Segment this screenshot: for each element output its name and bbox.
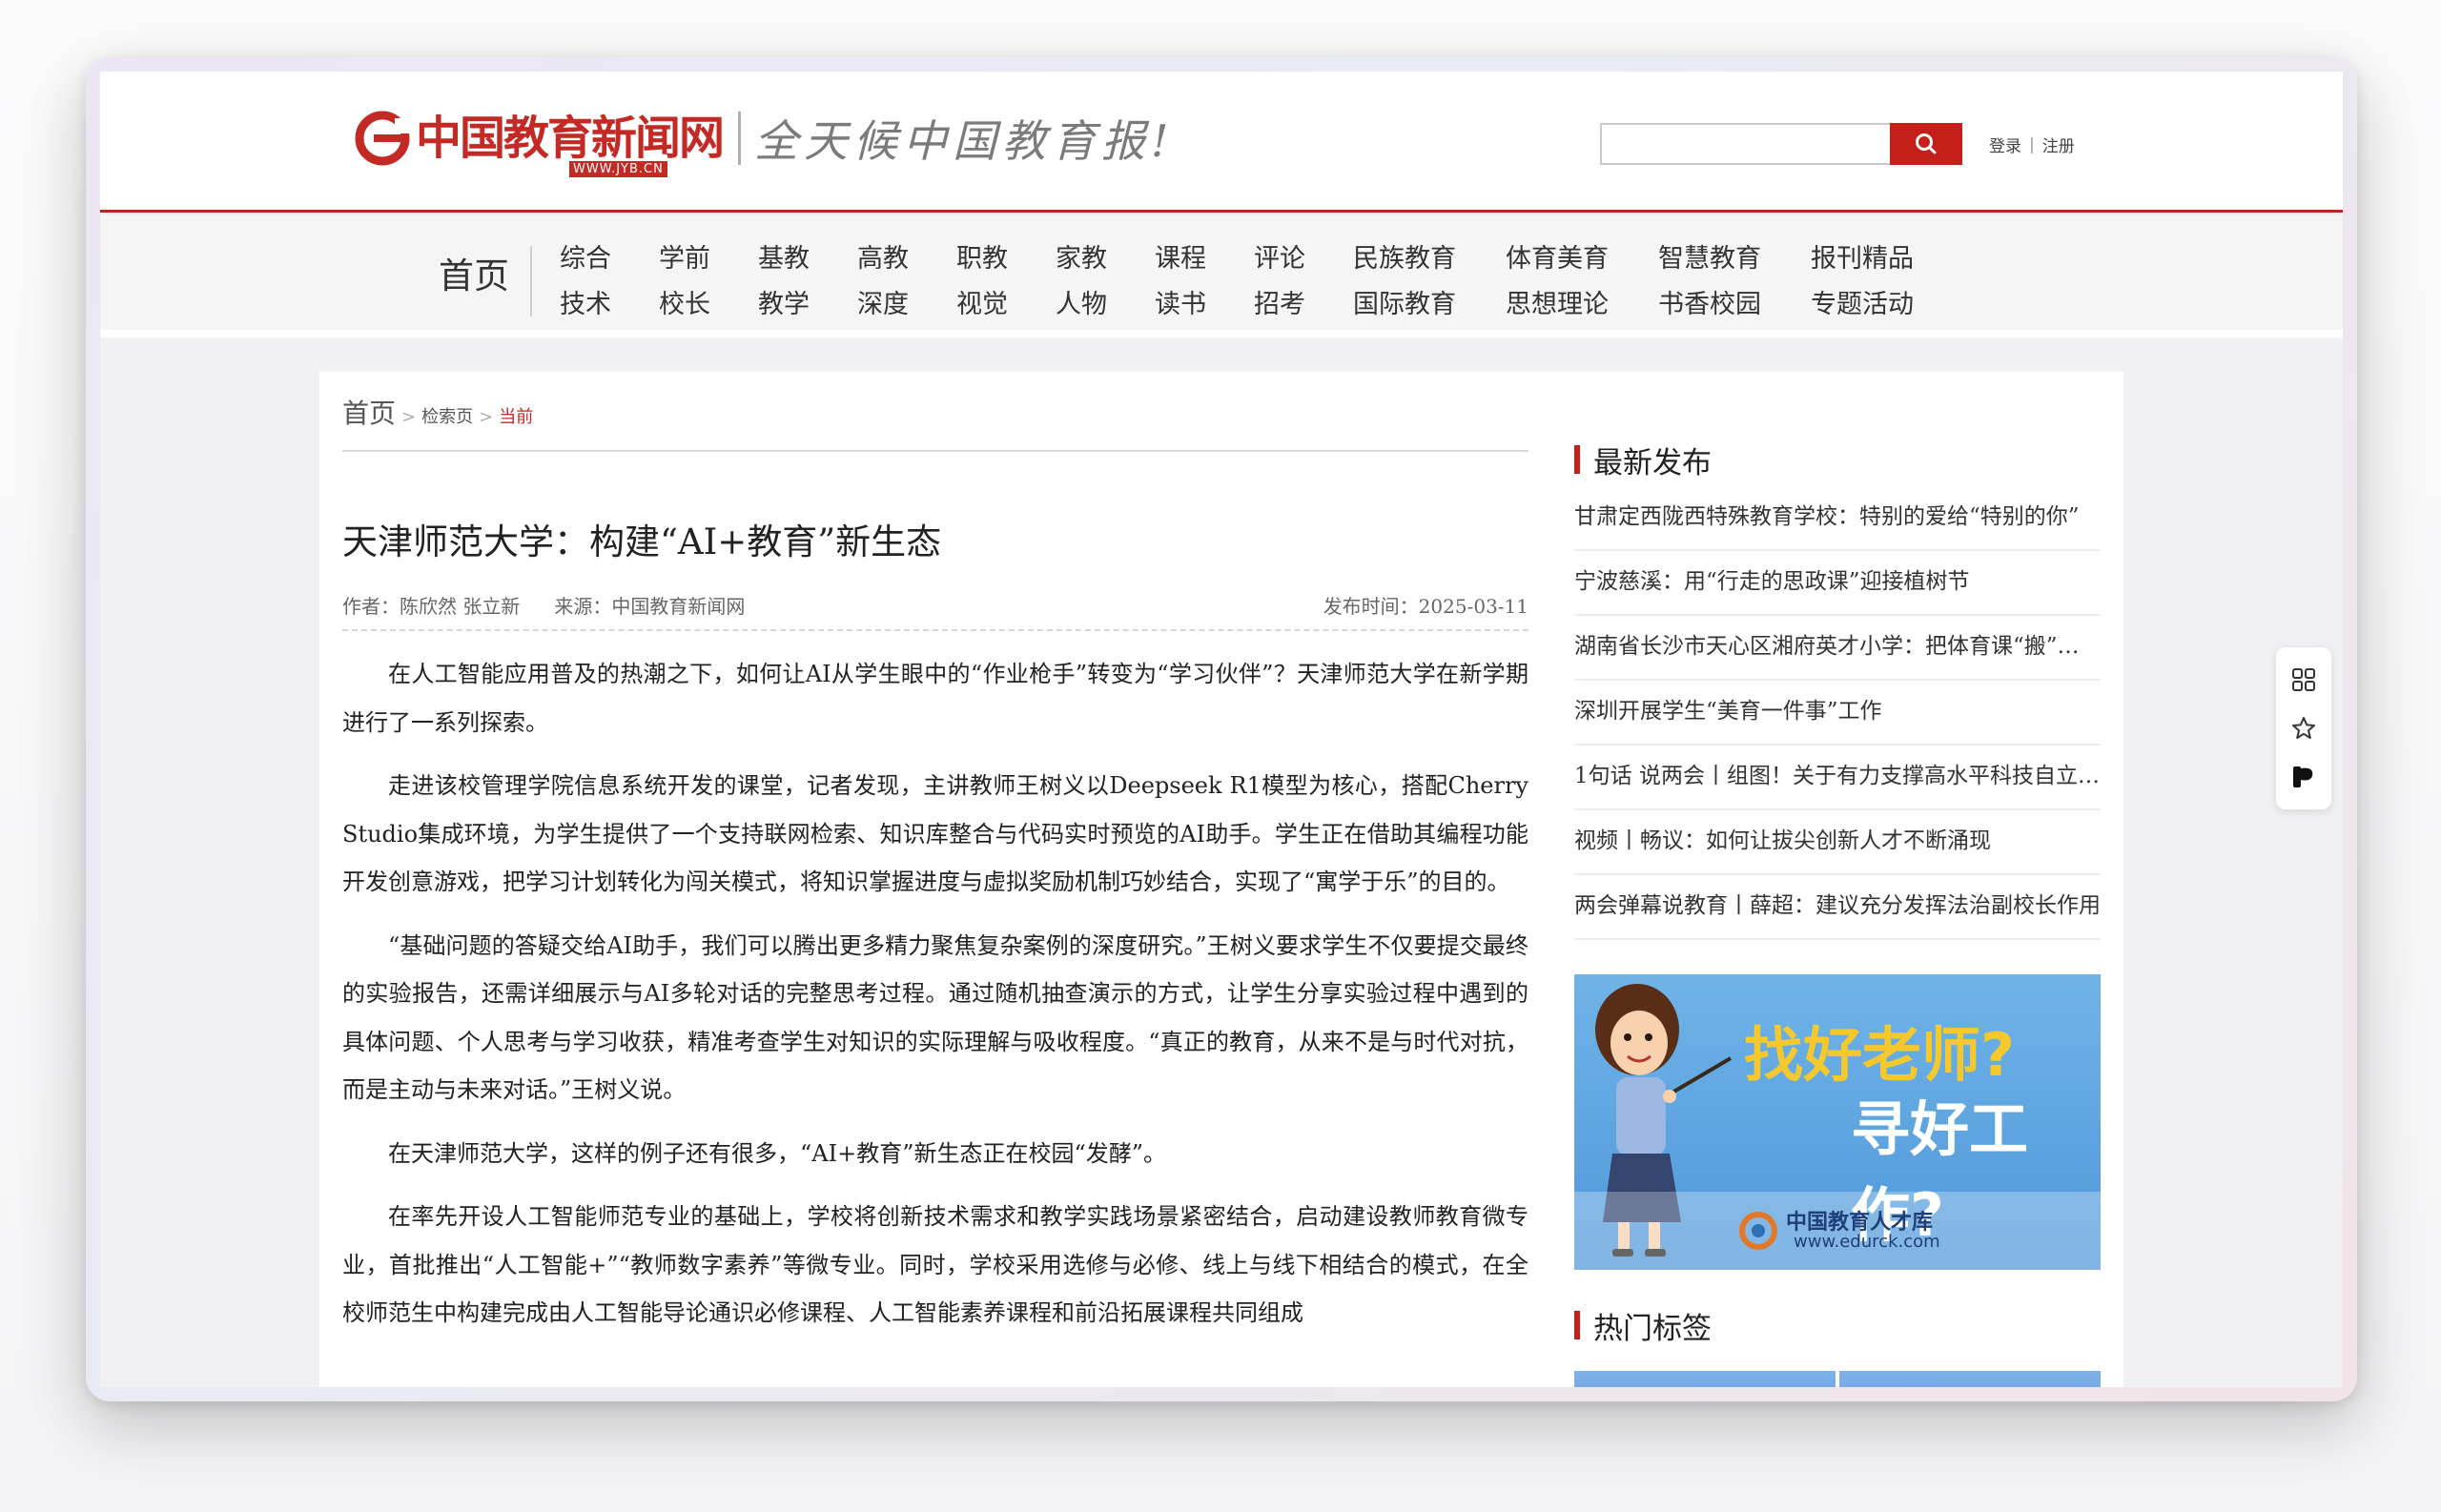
breadcrumb: 首页 > 检索页 > 当前 (342, 393, 533, 431)
article-date: 发布时间：2025-03-11 (1323, 595, 1528, 618)
breadcrumb-search[interactable]: 检索页 (421, 403, 473, 428)
news-item[interactable]: 湖南省长沙市天心区湘府英才小学：把体育课“搬”到户外 (1574, 616, 2101, 681)
breadcrumb-current: 当前 (499, 407, 534, 427)
article-author: 作者：陈欣然 张立新 (342, 595, 521, 618)
hot-tags-title: 热门标签 (1593, 1311, 1712, 1346)
nav-item[interactable]: 书香校园 (1658, 283, 1811, 320)
article-paragraph: “基础问题的答疑交给AI助手，我们可以腾出更多精力聚焦复杂案例的深度研究。”王树… (342, 931, 1528, 1104)
nav-item[interactable]: 读书 (1155, 283, 1254, 320)
article-paragraph: 在率先开设人工智能师范专业的基础上，学校将创新技术需求和教学实践场景紧密结合，启… (342, 1203, 1528, 1326)
floating-toolbar (2276, 647, 2331, 809)
nav-item[interactable]: 评论 (1254, 237, 1353, 275)
hot-tag-images (1574, 1371, 2101, 1387)
latest-title: 最新发布 (1593, 445, 1712, 480)
breadcrumb-home[interactable]: 首页 (342, 393, 396, 431)
search-input[interactable] (1600, 123, 1890, 165)
news-item[interactable]: 1句话 说两会丨组图！关于有力支撑高水平科技自立自强 (1574, 746, 2101, 810)
article-paragraph: 走进该校管理学院信息系统开发的课堂，记者发现，主讲教师王树义以Deepseek … (342, 772, 1528, 895)
star-icon (2292, 716, 2315, 739)
nav-item[interactable]: 校长 (659, 283, 758, 320)
nav-row-1: 综合 学前 基教 高教 职教 家教 课程 评论 民族教育 体育美育 智慧教育 报刊精品 (560, 233, 1963, 278)
nav-item[interactable]: 专题活动 (1811, 283, 1963, 320)
breadcrumb-divider (342, 450, 1528, 452)
breadcrumb-separator: > (479, 407, 494, 427)
article-body: 在人工智能应用普及的热潮之下，如何让AI从学生眼中的“作业枪手”转变为“学习伙伴… (342, 650, 1528, 1353)
talent-pool-logo-icon (1739, 1212, 1777, 1250)
site-logo[interactable]: 中国教育新闻网 WWW.JYB.CN 全天候中国教育报! (355, 100, 1175, 177)
nav-item[interactable]: 职教 (956, 237, 1056, 275)
logo-name: 中国教育新闻网 (416, 112, 725, 165)
logo-separator (738, 112, 742, 165)
auth-divider: | (2029, 134, 2035, 154)
nav-item[interactable]: 民族教育 (1353, 237, 1506, 275)
login-link[interactable]: 登录 (1989, 133, 2021, 156)
latest-header: 最新发布 (1574, 440, 2101, 480)
logo-url: WWW.JYB.CN (569, 161, 667, 177)
nav-item[interactable]: 学前 (659, 237, 758, 275)
recruit-banner[interactable]: 找好老师? 寻好工作? 中国教育人才库 www.edurck.com (1574, 974, 2101, 1270)
search-icon (1916, 133, 1937, 154)
register-link[interactable]: 注册 (2042, 133, 2075, 156)
content-container: 首页 > 检索页 > 当前 天津师范大学：构建“AI+教育”新生态 作者：陈欣然… (319, 372, 2123, 1387)
article-meta: 作者：陈欣然 张立新 来源：中国教育新闻网 发布时间：2025-03-11 (342, 591, 1528, 619)
banner-url: www.edurck.com (1794, 1232, 1940, 1252)
brand-button[interactable] (2288, 762, 2319, 792)
nav-item[interactable]: 教学 (758, 283, 857, 320)
article-paragraph: 在人工智能应用普及的热潮之下，如何让AI从学生眼中的“作业枪手”转变为“学习伙伴… (342, 661, 1528, 736)
qr-code-button[interactable] (2288, 664, 2319, 695)
nav-item[interactable]: 思想理论 (1506, 283, 1658, 320)
news-item[interactable]: 甘肃定西陇西特殊教育学校：特别的爱给“特别的你” (1574, 486, 2101, 551)
nav-item[interactable]: 国际教育 (1353, 283, 1506, 320)
nav-item[interactable]: 视觉 (956, 283, 1056, 320)
site-slogan: 全天候中国教育报! (754, 115, 1175, 167)
nav-item[interactable]: 深度 (857, 283, 956, 320)
nav-item[interactable]: 智慧教育 (1658, 237, 1811, 275)
qr-code-icon (2292, 667, 2315, 691)
brand-icon (2293, 766, 2313, 788)
nav-item[interactable]: 技术 (560, 283, 659, 320)
web-page: 中国教育新闻网 WWW.JYB.CN 全天候中国教育报! 登录 | 注册 首页 … (100, 72, 2343, 1387)
nav-item[interactable]: 招考 (1254, 283, 1353, 320)
nav-item[interactable]: 人物 (1056, 283, 1155, 320)
sidebar: 最新发布 甘肃定西陇西特殊教育学校：特别的爱给“特别的你” 宁波慈溪：用“行走的… (1574, 440, 2101, 1387)
section-marker (1574, 445, 1580, 474)
nav-item[interactable]: 基教 (758, 237, 857, 275)
banner-line-1: 找好老师? (1744, 1020, 2015, 1090)
nav-item[interactable]: 综合 (560, 237, 659, 275)
hot-tags-header: 热门标签 (1574, 1306, 2101, 1346)
nav-row-2: 技术 校长 教学 深度 视觉 人物 读书 招考 国际教育 思想理论 书香校园 专题活动 (560, 278, 1963, 324)
nav-item[interactable]: 家教 (1056, 237, 1155, 275)
nav-item[interactable]: 报刊精品 (1811, 237, 1963, 275)
site-header: 中国教育新闻网 WWW.JYB.CN 全天候中国教育报! 登录 | 注册 (100, 72, 2343, 213)
latest-list: 甘肃定西陇西特殊教育学校：特别的爱给“特别的你” 宁波慈溪：用“行走的思政课”迎… (1574, 486, 2101, 940)
article-source: 来源：中国教育新闻网 (554, 595, 746, 618)
nav-item[interactable]: 体育美育 (1506, 237, 1658, 275)
auth-links: 登录 | 注册 (1989, 133, 2075, 157)
search-button[interactable] (1890, 123, 1962, 165)
favorite-button[interactable] (2288, 713, 2319, 744)
main-nav: 首页 综合 学前 基教 高教 职教 家教 课程 评论 民族教育 体育美育 智慧教育 报刊精品 技术 校长… (100, 215, 2343, 337)
section-marker (1574, 1311, 1580, 1339)
nav-item[interactable]: 课程 (1155, 237, 1254, 275)
article-title: 天津师范大学：构建“AI+教育”新生态 (342, 521, 942, 562)
news-item[interactable]: 视频丨畅议：如何让拔尖创新人才不断涌现 (1574, 810, 2101, 875)
news-item[interactable]: 深圳开展学生“美育一件事”工作 (1574, 681, 2101, 746)
news-item[interactable]: 宁波慈溪：用“行走的思政课”迎接植树节 (1574, 551, 2101, 616)
nav-item[interactable]: 高教 (857, 237, 956, 275)
news-item[interactable]: 两会弹幕说教育丨薛超：建议充分发挥法治副校长作用 (1574, 875, 2101, 940)
hot-tag-image[interactable] (1839, 1371, 2101, 1387)
search-box (1600, 123, 1962, 165)
meta-divider (342, 629, 1528, 631)
breadcrumb-separator: > (401, 407, 417, 427)
article-paragraph: 在天津师范大学，这样的例子还有很多，“AI+教育”新生态正在校园“发酵”。 (388, 1139, 1166, 1167)
logo-e-mark-icon (355, 111, 410, 166)
hot-tag-image[interactable] (1574, 1371, 1836, 1387)
nav-home[interactable]: 首页 (439, 246, 532, 317)
nav-grid: 综合 学前 基教 高教 职教 家教 课程 评论 民族教育 体育美育 智慧教育 报刊精品 技术 校长 教学深… (560, 233, 1963, 324)
